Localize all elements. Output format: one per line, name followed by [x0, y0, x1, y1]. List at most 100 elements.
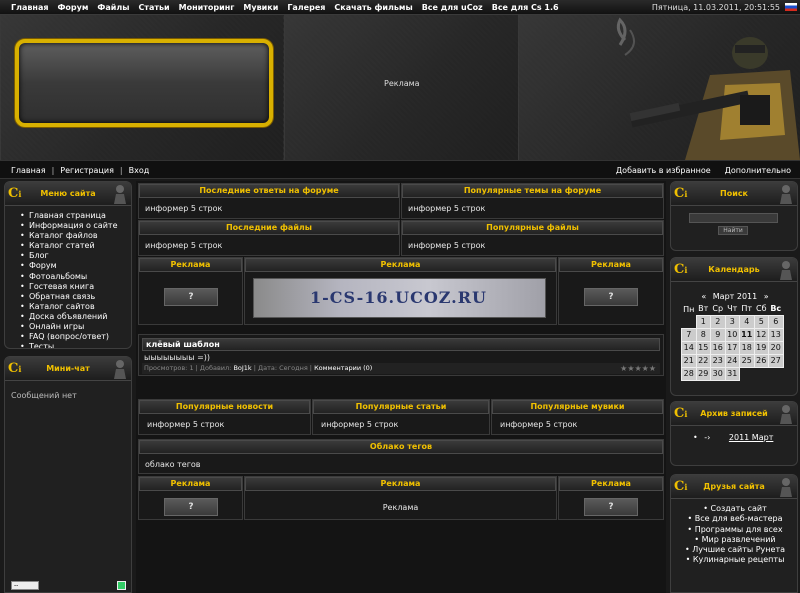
ad-placeholder-button[interactable]: ? [584, 288, 638, 306]
site-banner[interactable]: 1-CS-16.UCOZ.RU [253, 278, 546, 318]
top-nav-item[interactable]: Все для uCoz [422, 3, 483, 12]
calendar-day[interactable]: 22 [695, 353, 711, 368]
bullet-icon: • [687, 514, 695, 524]
calendar-day[interactable]: 16 [710, 340, 726, 355]
calendar-day[interactable]: 23 [710, 353, 726, 368]
friend-link[interactable]: • Создать сайт [671, 504, 797, 514]
calendar-day[interactable]: 25 [739, 353, 755, 368]
menu-item[interactable]: Гостевая книга [20, 282, 131, 292]
calendar-day[interactable]: 14 [681, 340, 697, 355]
calendar-day[interactable]: 13 [768, 327, 784, 342]
friend-link[interactable]: • Кулинарные рецепты [671, 555, 797, 565]
top-nav-item[interactable]: Статьи [138, 3, 169, 12]
top-nav-item[interactable]: Файлы [97, 3, 129, 12]
search-input[interactable] [689, 213, 778, 223]
friend-link-label[interactable]: Создать сайт [711, 504, 767, 513]
top-nav-item[interactable]: Галерея [287, 3, 325, 12]
friend-link-label[interactable]: Мир развлечений [702, 535, 776, 544]
add-favorites-link[interactable]: Добавить в избранное [616, 166, 711, 175]
calendar-day[interactable]: 15 [695, 340, 711, 355]
refresh-icon[interactable] [117, 581, 126, 590]
menu-item[interactable]: Главная страница [20, 211, 131, 221]
login-link[interactable]: Вход [129, 166, 150, 175]
calendar-day[interactable]: 4 [739, 314, 755, 329]
friend-link[interactable]: • Мир развлечений [671, 535, 797, 545]
menu-item[interactable]: Каталог файлов [20, 231, 131, 241]
ad-placeholder-button[interactable]: ? [584, 498, 638, 516]
calendar-day[interactable]: 12 [753, 327, 769, 342]
post-title[interactable]: клёвый шаблон [142, 338, 660, 351]
menu-item[interactable]: Форум [20, 261, 131, 271]
top-nav-item[interactable]: Все для Cs 1.6 [492, 3, 559, 12]
calendar-day[interactable]: 24 [724, 353, 740, 368]
calendar-header: Ci Календарь [671, 258, 797, 282]
archive-link[interactable]: 2011 Март [729, 433, 773, 442]
calendar-day[interactable]: 2 [710, 314, 726, 329]
friend-link[interactable]: • Программы для всех [671, 525, 797, 535]
calendar-day[interactable]: 26 [753, 353, 769, 368]
calendar-day[interactable]: 27 [768, 353, 784, 368]
calendar-day[interactable]: 19 [753, 340, 769, 355]
ad-placeholder-button[interactable]: ? [164, 288, 218, 306]
calendar-next[interactable]: » [764, 292, 769, 301]
top-nav-item[interactable]: Мувики [243, 3, 278, 12]
menu-item[interactable]: Доска объявлений [20, 312, 131, 322]
author-link[interactable]: BoJ1k [233, 364, 251, 372]
calendar-day[interactable]: 17 [724, 340, 740, 355]
calendar-weekday: Вс [770, 304, 782, 314]
friend-link-label[interactable]: Все для веб-мастера [695, 514, 783, 523]
calendar-day[interactable]: 5 [753, 314, 769, 329]
top-nav-item[interactable]: Мониторинг [179, 3, 235, 12]
menu-item[interactable]: Каталог статей [20, 241, 131, 251]
menu-item[interactable]: Каталог сайтов [20, 302, 131, 312]
friend-link-label[interactable]: Кулинарные рецепты [693, 555, 785, 564]
calendar-day[interactable]: 8 [695, 327, 711, 342]
friend-link[interactable]: • Все для веб-мастера [671, 514, 797, 524]
calendar-day[interactable]: 18 [739, 340, 755, 355]
home-link[interactable]: Главная [11, 166, 46, 175]
calendar-day[interactable]: 7 [681, 327, 697, 342]
calendar-day[interactable]: 3 [724, 314, 740, 329]
calendar-day[interactable]: 9 [710, 327, 726, 342]
menu-item[interactable]: Тесты [20, 342, 131, 348]
rating-stars-icon[interactable]: ★★★★★ [620, 363, 656, 374]
calendar-day[interactable]: 6 [768, 314, 784, 329]
soldier-icon [114, 185, 126, 204]
calendar-day[interactable]: 31 [724, 366, 740, 381]
calendar-day[interactable]: 28 [681, 366, 697, 381]
minichat-select[interactable]: -- [11, 581, 39, 590]
calendar-day[interactable]: 11 [739, 327, 755, 342]
menu-item[interactable]: FAQ (вопрос/ответ) [20, 332, 131, 342]
top-nav-item[interactable]: Форум [57, 3, 88, 12]
archive-item[interactable]: • -› 2011 Март [693, 433, 773, 442]
menu-item[interactable]: Онлайн игры [20, 322, 131, 332]
calendar-day[interactable]: 20 [768, 340, 784, 355]
menu-item[interactable]: Фотоальбомы [20, 272, 131, 282]
search-button[interactable]: Найти [718, 226, 748, 235]
ad-block-right: Реклама ? [558, 257, 664, 325]
logo-frame[interactable] [15, 39, 273, 127]
header-ad[interactable]: Реклама [384, 79, 420, 88]
calendar-day[interactable]: 30 [710, 366, 726, 381]
russian-flag-icon[interactable] [785, 3, 797, 11]
comments-link[interactable]: Комментарии (0) [314, 364, 372, 372]
calendar-day[interactable]: 10 [724, 327, 740, 342]
calendar-prev[interactable]: « [701, 292, 706, 301]
calendar-day[interactable]: 21 [681, 353, 697, 368]
friend-link-label[interactable]: Программы для всех [695, 525, 783, 534]
top-nav-item[interactable]: Главная [11, 3, 48, 12]
forum-topics-body: информер 5 строк [408, 204, 486, 213]
friend-link-label[interactable]: Лучшие сайты Рунета [692, 545, 785, 554]
menu-item[interactable]: Обратная связь [20, 292, 131, 302]
menu-item[interactable]: Блог [20, 251, 131, 261]
friend-link[interactable]: • Лучшие сайты Рунета [671, 545, 797, 555]
top-nav-item[interactable]: Скачать фильмы [334, 3, 412, 12]
calendar-month[interactable]: Март 2011 [713, 292, 757, 301]
ad-placeholder-button[interactable]: ? [164, 498, 218, 516]
more-link[interactable]: Дополнительно [725, 166, 791, 175]
calendar-day[interactable]: 1 [695, 314, 711, 329]
menu-item[interactable]: Информация о сайте [20, 221, 131, 231]
calendar-day[interactable]: 29 [695, 366, 711, 381]
register-link[interactable]: Регистрация [60, 166, 114, 175]
ad-mid-body-2[interactable]: Реклама [245, 503, 556, 512]
